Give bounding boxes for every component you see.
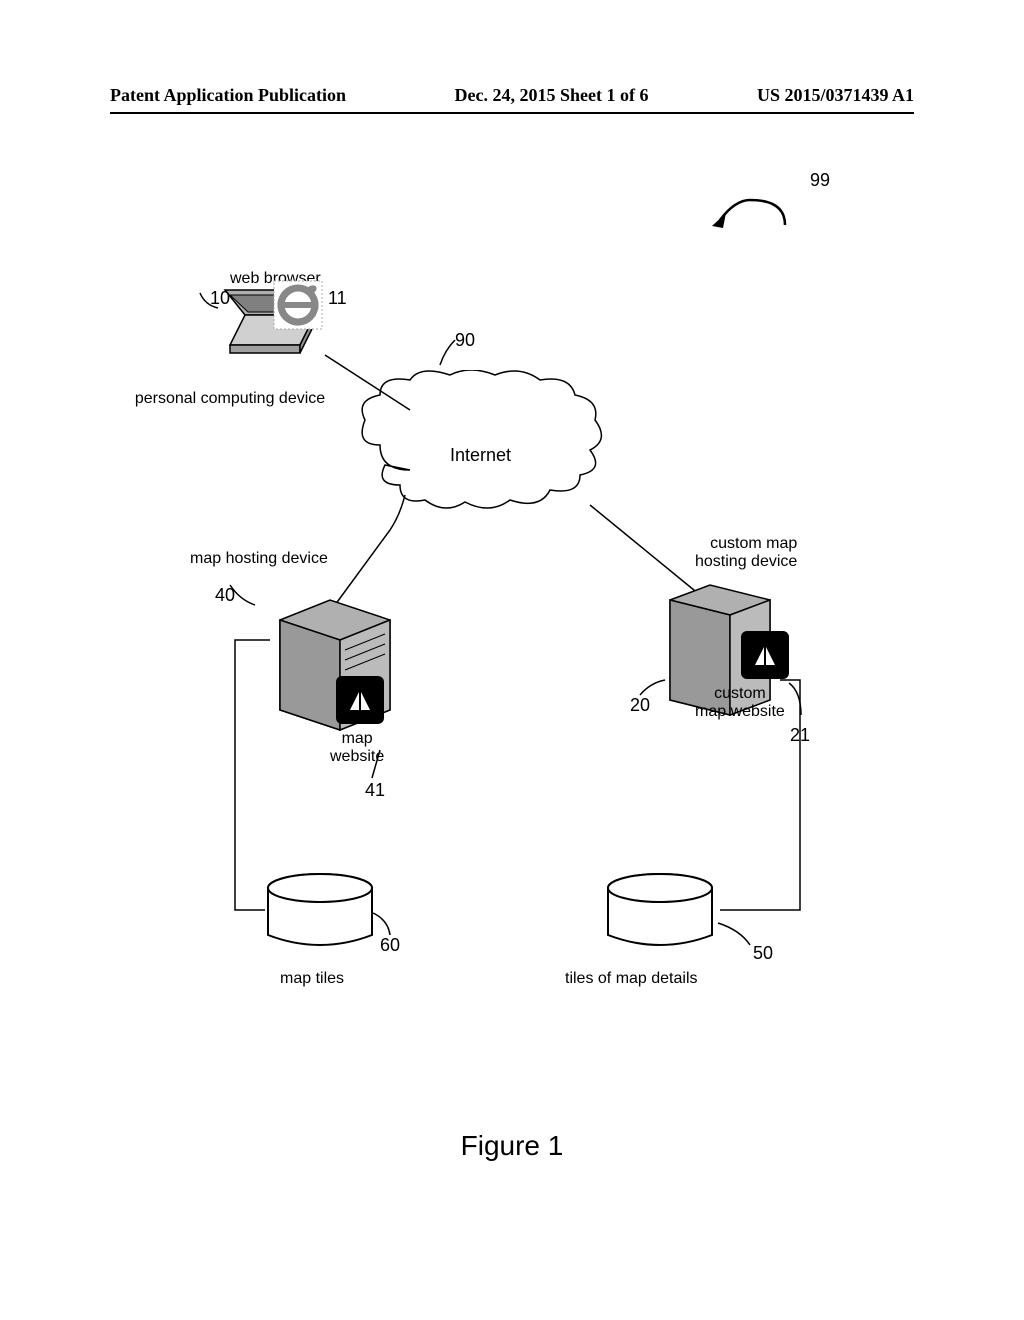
map-website-icon-right xyxy=(740,630,790,680)
page-header: Patent Application Publication Dec. 24, … xyxy=(0,85,1024,106)
ref-20: 20 xyxy=(630,695,650,716)
system-diagram: 99 web browser 10 11 personal computing … xyxy=(0,140,1024,1140)
header-divider xyxy=(110,112,914,114)
header-left: Patent Application Publication xyxy=(110,85,346,106)
ref-60: 60 xyxy=(380,935,400,956)
label-map-hosting: map hosting device xyxy=(190,550,328,568)
label-map-tiles: map tiles xyxy=(280,970,344,988)
header-right: US 2015/0371439 A1 xyxy=(757,85,914,106)
figure-caption: Figure 1 xyxy=(0,1130,1024,1162)
label-custom-map-website: custom map website xyxy=(695,685,785,721)
ref-41: 41 xyxy=(365,780,385,801)
header-center: Dec. 24, 2015 Sheet 1 of 6 xyxy=(455,85,649,106)
label-custom-map-hosting: custom map hosting device xyxy=(695,535,797,571)
connection-lines xyxy=(0,140,1024,1140)
ref-50: 50 xyxy=(753,943,773,964)
lead-21 xyxy=(786,680,816,730)
ref-21: 21 xyxy=(790,725,810,746)
ref-40: 40 xyxy=(215,585,235,606)
label-tiles-map-details: tiles of map details xyxy=(565,970,698,988)
database-left-icon xyxy=(260,870,380,960)
label-map-website: map website xyxy=(330,730,384,766)
map-website-icon-left xyxy=(335,675,385,725)
database-right-icon xyxy=(600,870,720,960)
